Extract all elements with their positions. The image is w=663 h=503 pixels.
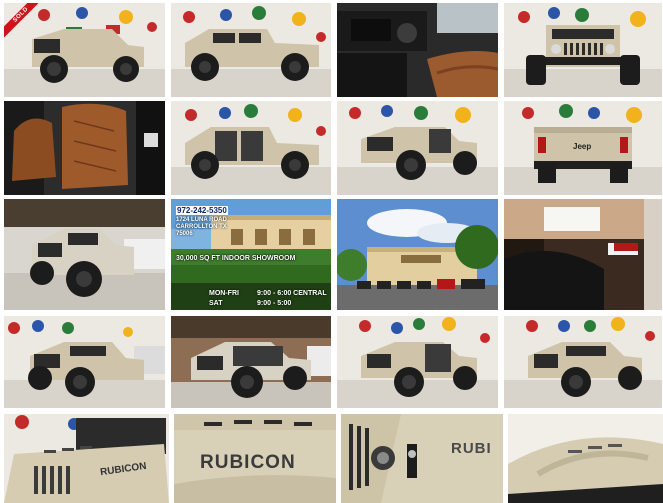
hours-sat-label: SAT [209, 300, 223, 307]
gallery-photo-20[interactable] [508, 414, 663, 503]
rubicon-decal-large: RUBICON [200, 452, 296, 473]
jeep-badge: Jeep [573, 142, 592, 151]
gallery-photo-17[interactable]: RUBICON [4, 414, 169, 503]
dealer-street: 1724 LUNA ROAD [176, 217, 227, 223]
gallery-photo-11[interactable] [337, 199, 498, 310]
dealer-city: CARROLLTON TX [176, 224, 227, 230]
dealer-zip: 75006 [176, 231, 193, 237]
rubicon-decal-latch: RUBI [451, 440, 492, 457]
gallery-photo-9[interactable] [4, 199, 165, 310]
gallery-photo-1[interactable]: SOLD [4, 3, 165, 97]
hours-sat: 9:00 - 5:00 [257, 300, 292, 307]
hours-weekday-label: MON-FRI [209, 290, 239, 297]
gallery-photo-16[interactable] [504, 316, 662, 408]
gallery-photo-13[interactable] [4, 316, 165, 408]
gallery-photo-12[interactable] [504, 199, 662, 310]
gallery-photo-5[interactable] [4, 101, 165, 195]
gallery-photo-4[interactable] [504, 3, 662, 97]
gallery-photo-3[interactable] [337, 3, 498, 97]
dealer-phone: 972-242-5350 [176, 206, 228, 215]
gallery-photo-8[interactable]: Jeep [504, 101, 662, 195]
gallery-photo-14[interactable] [171, 316, 331, 408]
hours-weekday: 9:00 - 6:00 CENTRAL [257, 290, 327, 297]
gallery-photo-2[interactable] [171, 3, 331, 97]
gallery-photo-18[interactable]: RUBICON [174, 414, 336, 503]
gallery-photo-15[interactable] [337, 316, 498, 408]
gallery-photo-6[interactable] [171, 101, 331, 195]
gallery-photo-19[interactable]: RUBI [341, 414, 503, 503]
dealer-showroom: 30,000 SQ FT INDOOR SHOWROOM [176, 255, 296, 262]
dealership-info-card[interactable]: 972-242-5350 1724 LUNA ROAD CARROLLTON T… [171, 199, 331, 310]
photo-gallery-grid: SOLD Jeep 972-242-5350 1724 LUNA ROAD CA… [0, 0, 663, 503]
dealer-info-overlay: 972-242-5350 1724 LUNA ROAD CARROLLTON T… [171, 199, 331, 310]
gallery-photo-7[interactable] [337, 101, 498, 195]
